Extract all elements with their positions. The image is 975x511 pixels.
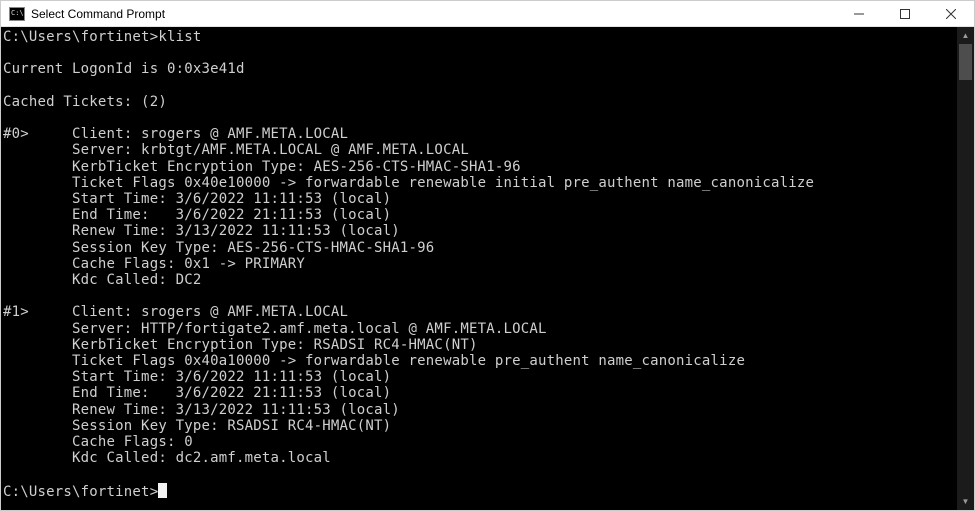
- ticket-index: #1>: [3, 304, 29, 320]
- client-area: C:\Users\fortinet>klist Current LogonId …: [1, 27, 974, 510]
- terminal-viewport[interactable]: C:\Users\fortinet>klist Current LogonId …: [1, 27, 957, 510]
- ticket-session: Session Key Type: AES-256-CTS-HMAC-SHA1-…: [72, 240, 434, 256]
- ticket-start: Start Time: 3/6/2022 11:11:53 (local): [72, 369, 391, 385]
- ticket-start: Start Time: 3/6/2022 11:11:53 (local): [72, 191, 391, 207]
- ticket-end: End Time: 3/6/2022 21:11:53 (local): [72, 385, 391, 401]
- window-title: Select Command Prompt: [31, 7, 165, 21]
- scroll-down-arrow-icon[interactable]: ▼: [957, 493, 974, 510]
- ticket-enc: KerbTicket Encryption Type: AES-256-CTS-…: [72, 159, 521, 175]
- ticket-renew: Renew Time: 3/13/2022 11:11:53 (local): [72, 223, 400, 239]
- ticket-server: Server: HTTP/fortigate2.amf.meta.local @…: [72, 321, 547, 337]
- ticket-kdc: Kdc Called: dc2.amf.meta.local: [72, 450, 331, 466]
- ticket-flags: Ticket Flags 0x40e10000 -> forwardable r…: [72, 175, 814, 191]
- terminal-output[interactable]: C:\Users\fortinet>klist Current LogonId …: [1, 27, 957, 500]
- ticket-renew: Renew Time: 3/13/2022 11:11:53 (local): [72, 402, 400, 418]
- ticket-client: Client: srogers @ AMF.META.LOCAL: [72, 304, 348, 320]
- window-controls: [836, 1, 974, 26]
- ticket-enc: KerbTicket Encryption Type: RSADSI RC4-H…: [72, 337, 478, 353]
- ticket-cache: Cache Flags: 0: [72, 434, 193, 450]
- prompt: C:\Users\fortinet>: [3, 484, 158, 500]
- text-cursor: [158, 483, 167, 498]
- scroll-thumb[interactable]: [959, 44, 972, 80]
- minimize-icon: [854, 9, 864, 19]
- window-frame: Select Command Prompt C:\Users\fortinet>…: [0, 0, 975, 511]
- ticket-flags: Ticket Flags 0x40a10000 -> forwardable r…: [72, 353, 745, 369]
- prompt: C:\Users\fortinet>: [3, 29, 158, 45]
- command-text: klist: [158, 29, 201, 45]
- minimize-button[interactable]: [836, 1, 882, 26]
- maximize-icon: [900, 9, 910, 19]
- ticket-index: #0>: [3, 126, 29, 142]
- cached-tickets-line: Cached Tickets: (2): [3, 94, 167, 110]
- ticket-server: Server: krbtgt/AMF.META.LOCAL @ AMF.META…: [72, 142, 469, 158]
- ticket-client: Client: srogers @ AMF.META.LOCAL: [72, 126, 348, 142]
- ticket-end: End Time: 3/6/2022 21:11:53 (local): [72, 207, 391, 223]
- scroll-up-arrow-icon[interactable]: ▲: [957, 27, 974, 44]
- close-button[interactable]: [928, 1, 974, 26]
- cmd-icon: [9, 7, 25, 21]
- vertical-scrollbar[interactable]: ▲ ▼: [957, 27, 974, 510]
- titlebar[interactable]: Select Command Prompt: [1, 1, 974, 27]
- ticket-cache: Cache Flags: 0x1 -> PRIMARY: [72, 256, 305, 272]
- ticket-kdc: Kdc Called: DC2: [72, 272, 201, 288]
- close-icon: [946, 9, 956, 19]
- ticket-session: Session Key Type: RSADSI RC4-HMAC(NT): [72, 418, 391, 434]
- logon-id-line: Current LogonId is 0:0x3e41d: [3, 61, 245, 77]
- maximize-button[interactable]: [882, 1, 928, 26]
